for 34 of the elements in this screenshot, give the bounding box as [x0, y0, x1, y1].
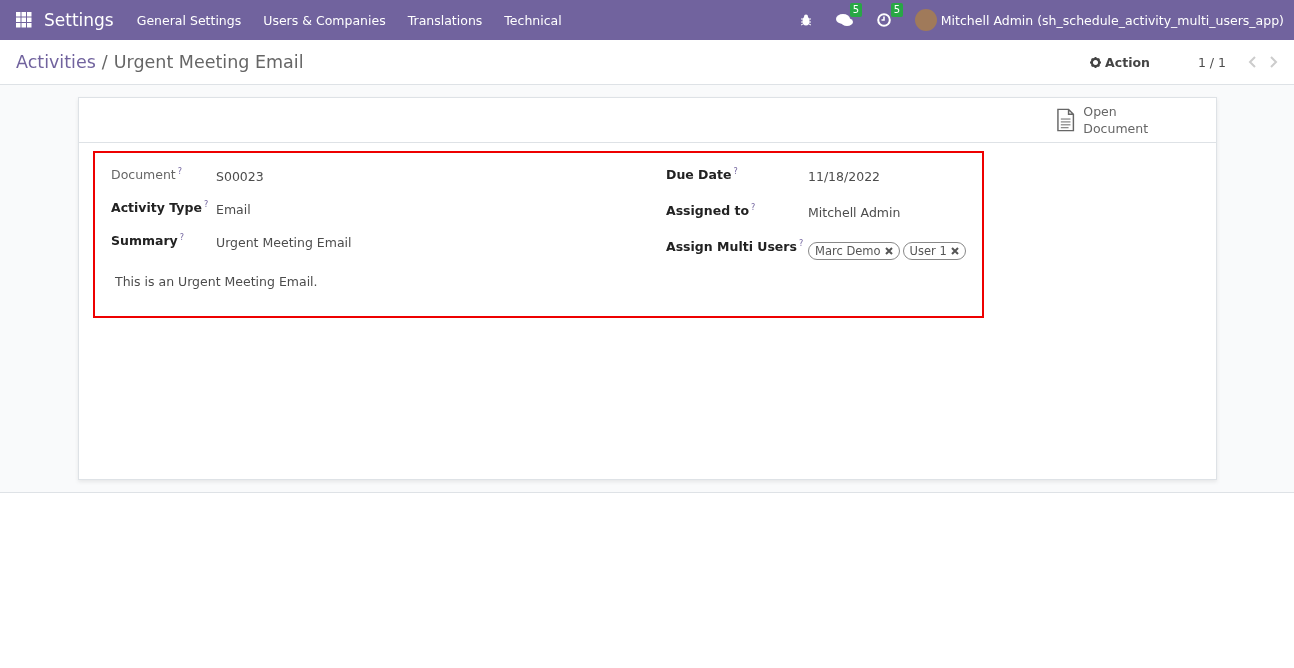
menu-item[interactable]: Technical: [493, 12, 573, 28]
field-value[interactable]: 11/18/2022: [808, 167, 881, 184]
field-label: Due Date $^{?}$: [666, 167, 739, 183]
field-label: Activity Type $^{?}$: [111, 200, 210, 216]
breadcrumb-link[interactable]: Activities: [16, 52, 96, 72]
message-count-badge: 5: [849, 3, 863, 17]
breadcrumb-separator: /: [101, 52, 108, 72]
menu-item[interactable]: Users & Companies: [252, 12, 397, 28]
pager-counter: 1 / 1: [1197, 54, 1226, 70]
open-document-button[interactable]: Open Document: [1044, 98, 1216, 142]
chat-icon[interactable]: [835, 13, 853, 27]
app-title[interactable]: Settings: [44, 10, 114, 30]
user-menu[interactable]: Mitchell Admin (sh_schedule_activity_multi_users_app): [940, 12, 1284, 28]
field-label: Document $^{?}$: [111, 167, 183, 183]
field-value[interactable]: S00023: [216, 167, 264, 184]
remove-icon[interactable]: [950, 247, 959, 255]
bug-icon[interactable]: [799, 14, 812, 26]
activity-count-badge: 5: [890, 3, 904, 17]
action-button[interactable]: Action: [1090, 54, 1150, 70]
menu-item[interactable]: Translations: [396, 12, 494, 28]
clock-icon[interactable]: [876, 13, 891, 27]
field-label: Summary $^{?}$: [111, 233, 185, 249]
field-label: Assign Multi Users $^{?}$: [666, 239, 805, 255]
field-value[interactable]: Email: [216, 200, 251, 217]
remove-icon[interactable]: [884, 247, 893, 255]
field-label: Assigned to $^{?}$: [666, 203, 757, 219]
breadcrumb-current: Urgent Meeting Email: [113, 52, 304, 72]
field-value[interactable]: Urgent Meeting Email: [216, 233, 352, 250]
apps-grid-icon[interactable]: [16, 12, 32, 28]
note-text: This is an Urgent Meeting Email.: [115, 274, 319, 289]
document-icon: [1056, 108, 1076, 132]
gear-icon: [1090, 56, 1102, 68]
menu-item[interactable]: General Settings: [125, 12, 253, 28]
field-value[interactable]: Mitchell Admin: [808, 203, 901, 220]
